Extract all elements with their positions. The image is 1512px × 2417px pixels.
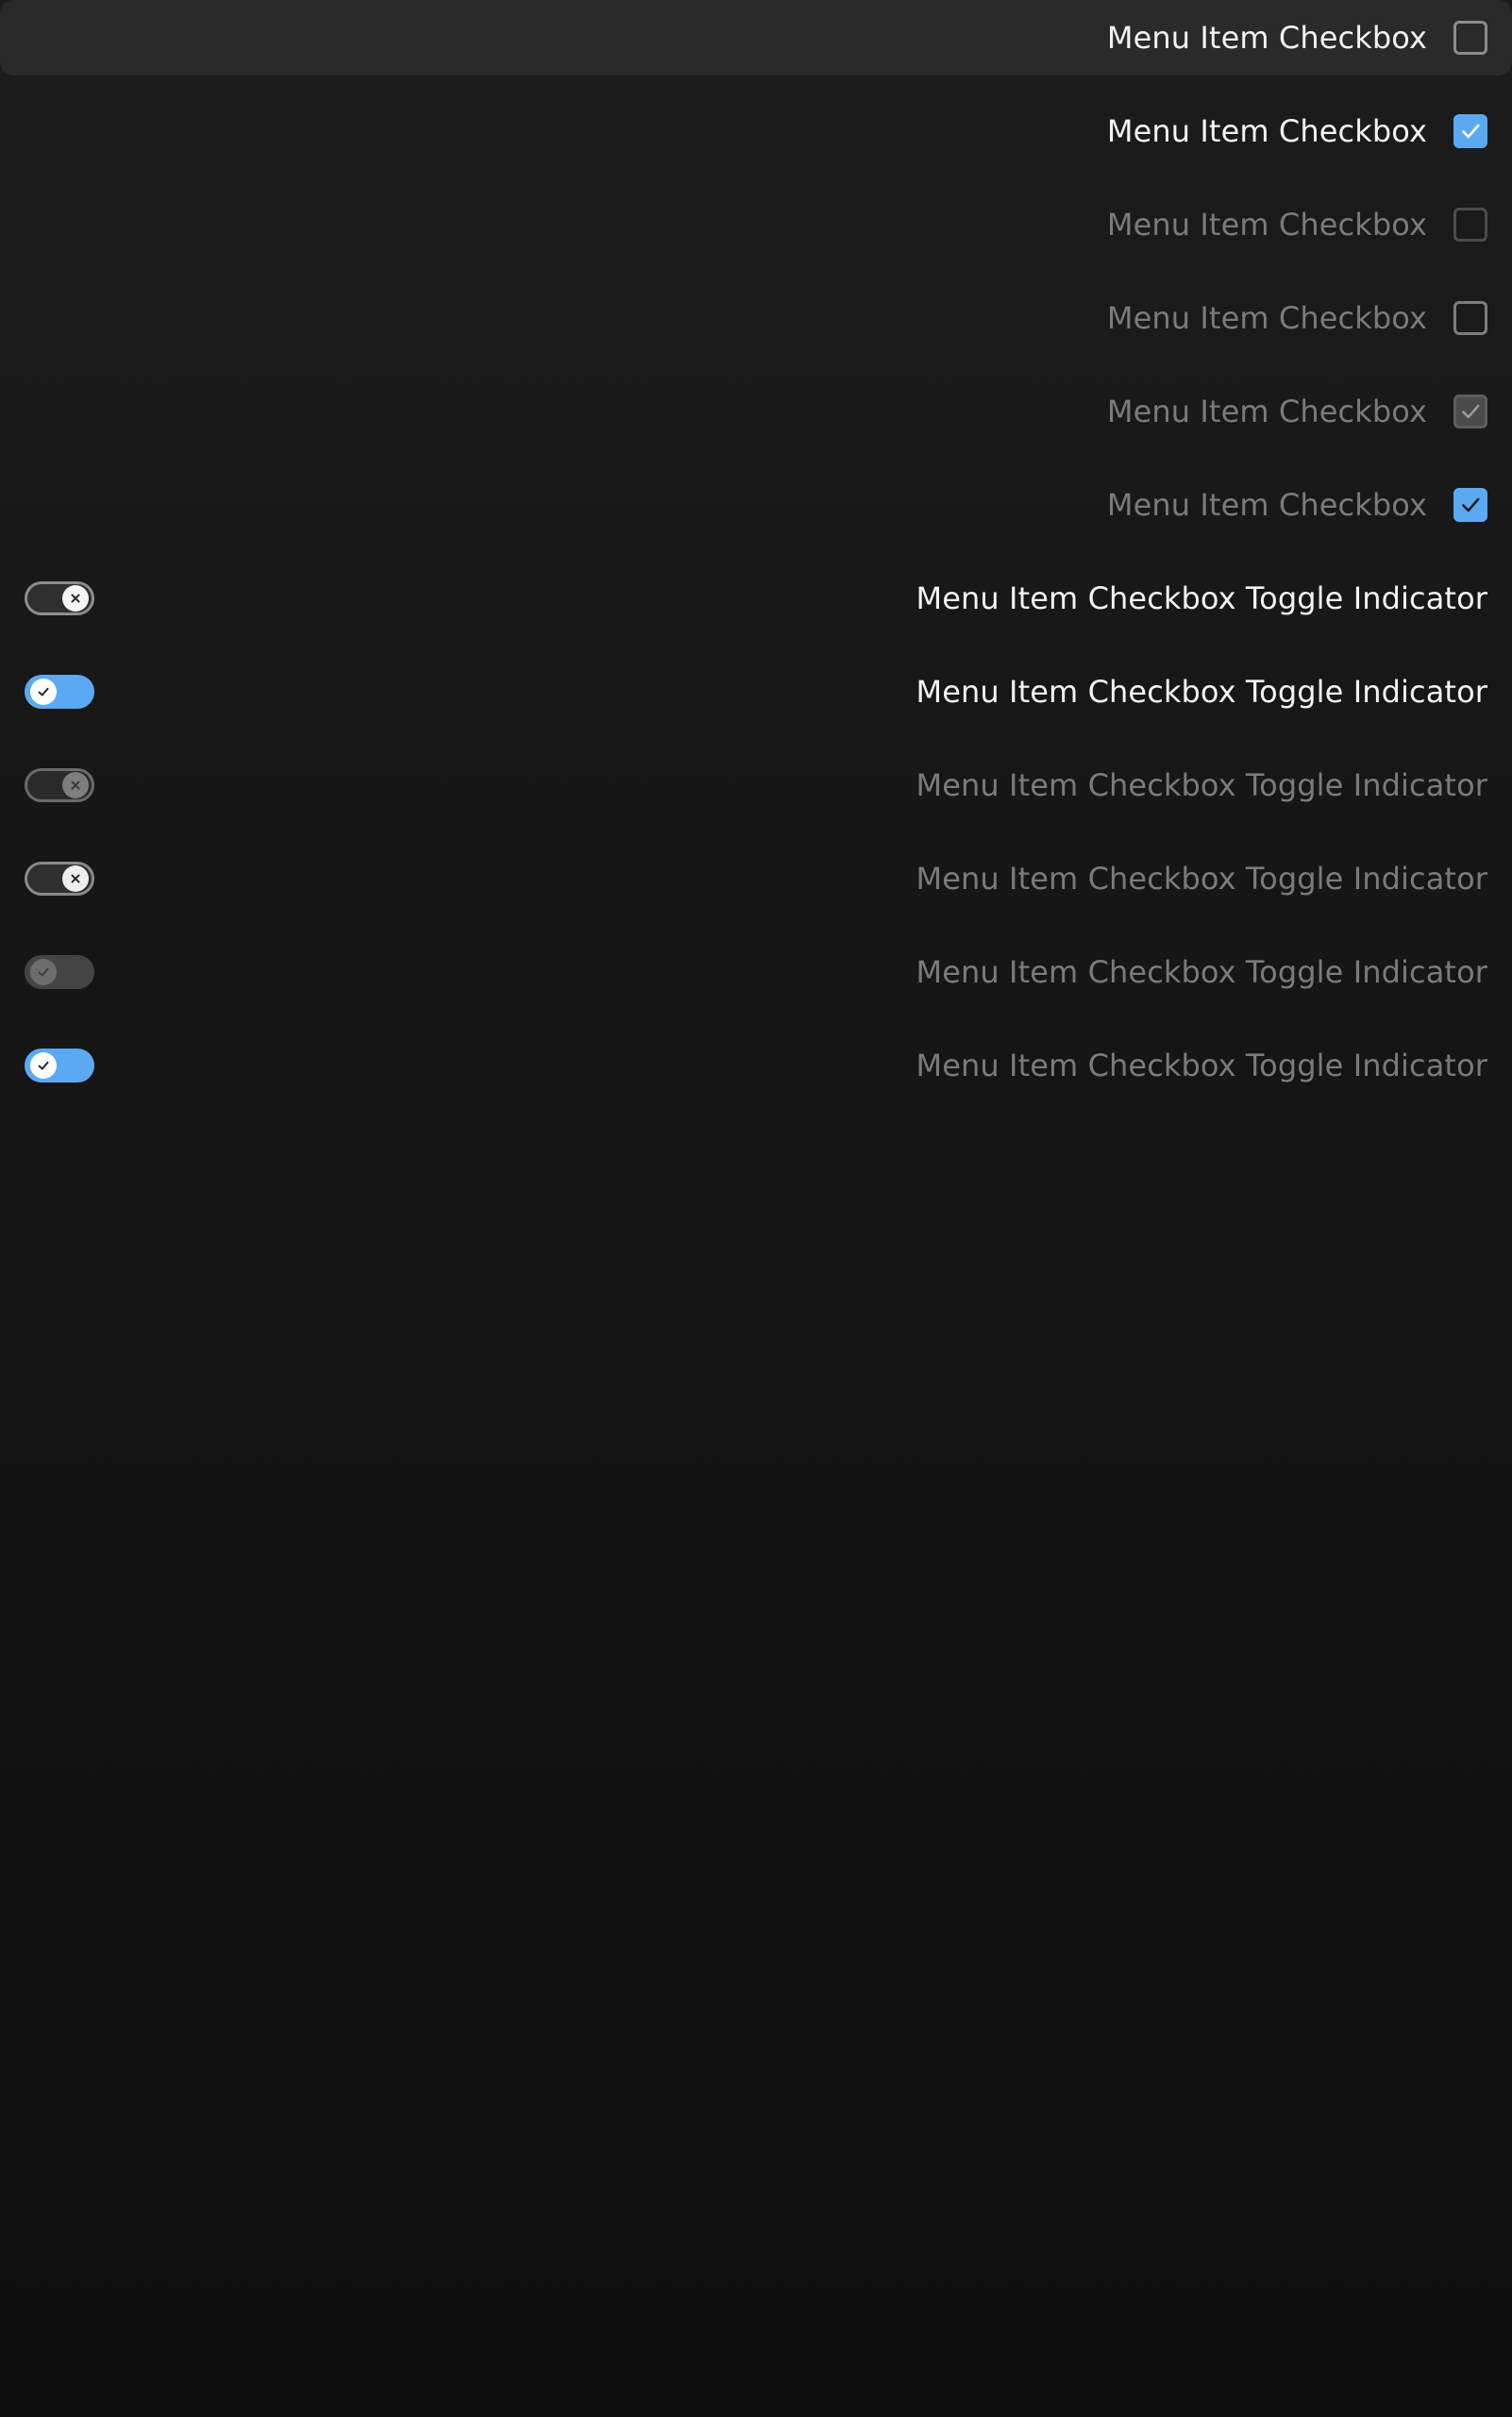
- menu-item-toggle-off[interactable]: Menu Item Checkbox Toggle Indicator: [0, 561, 1512, 654]
- toggle-switch-off-inactive[interactable]: [25, 862, 94, 896]
- checkbox-unchecked-inactive[interactable]: [1453, 301, 1487, 335]
- toggle-switch-on-disabled[interactable]: [25, 955, 94, 989]
- toggle-switch-off[interactable]: [25, 581, 94, 615]
- toggle-switch-off-disabled[interactable]: [25, 768, 94, 802]
- toggle-knob: [30, 1052, 57, 1079]
- check-icon: [1462, 124, 1480, 139]
- x-icon: [71, 780, 80, 790]
- toggle-knob: [62, 585, 89, 612]
- menu-item-label: Menu Item Checkbox Toggle Indicator: [916, 954, 1487, 990]
- menu-item-checkbox-inactive[interactable]: Menu Item Checkbox: [0, 280, 1512, 374]
- check-icon: [1462, 404, 1480, 419]
- menu-item-checkbox-disabled[interactable]: Menu Item Checkbox: [0, 187, 1512, 280]
- checkbox-unchecked[interactable]: [1453, 21, 1487, 55]
- menu-item-label: Menu Item Checkbox Toggle Indicator: [916, 861, 1487, 897]
- checkbox-checked[interactable]: [1453, 114, 1487, 148]
- check-icon: [38, 1061, 49, 1070]
- checkbox-unchecked-disabled[interactable]: [1453, 208, 1487, 242]
- toggle-knob: [30, 959, 57, 985]
- menu-item-label: Menu Item Checkbox: [1106, 487, 1427, 523]
- menu-item-label: Menu Item Checkbox Toggle Indicator: [916, 580, 1487, 616]
- menu-item-label: Menu Item Checkbox Toggle Indicator: [916, 1048, 1487, 1083]
- check-icon: [1462, 497, 1480, 512]
- toggle-knob: [62, 772, 89, 798]
- toggle-switch-on-inactive[interactable]: [25, 1049, 94, 1083]
- menu-item-toggle-off-disabled[interactable]: Menu Item Checkbox Toggle Indicator: [0, 747, 1512, 841]
- menu-item-label: Menu Item Checkbox Toggle Indicator: [916, 767, 1487, 803]
- check-icon: [38, 967, 49, 977]
- toggle-knob: [62, 865, 89, 892]
- menu-item-checkbox-highlighted[interactable]: Menu Item Checkbox: [0, 0, 1512, 76]
- menu-item-toggle-off-inactive[interactable]: Menu Item Checkbox Toggle Indicator: [0, 841, 1512, 934]
- menu-item-label: Menu Item Checkbox: [1106, 394, 1427, 429]
- toggle-knob: [30, 679, 57, 705]
- menu-item-label: Menu Item Checkbox: [1106, 300, 1427, 336]
- checkbox-checked-disabled[interactable]: [1453, 394, 1487, 428]
- toggle-switch-on[interactable]: [25, 675, 94, 709]
- check-icon: [38, 687, 49, 697]
- menu-item-checkbox-checked-inactive[interactable]: Menu Item Checkbox: [0, 467, 1512, 561]
- menu-item-label: Menu Item Checkbox: [1106, 20, 1427, 56]
- menu-item-toggle-on-disabled[interactable]: Menu Item Checkbox Toggle Indicator: [0, 934, 1512, 1028]
- checkbox-checked-inactive[interactable]: [1453, 488, 1487, 522]
- menu-item-checkbox-checked[interactable]: Menu Item Checkbox: [0, 93, 1512, 187]
- menu-item-toggle-on-inactive[interactable]: Menu Item Checkbox Toggle Indicator: [0, 1028, 1512, 1121]
- menu-item-checkbox-checked-disabled[interactable]: Menu Item Checkbox: [0, 374, 1512, 467]
- x-icon: [71, 874, 80, 883]
- x-icon: [71, 594, 80, 603]
- menu-item-label: Menu Item Checkbox: [1106, 113, 1427, 149]
- menu-item-toggle-on[interactable]: Menu Item Checkbox Toggle Indicator: [0, 654, 1512, 747]
- menu-item-label: Menu Item Checkbox Toggle Indicator: [916, 674, 1487, 710]
- menu-item-label: Menu Item Checkbox: [1106, 207, 1427, 243]
- menu: Menu Item Checkbox Menu Item Checkbox Me…: [0, 0, 1512, 1121]
